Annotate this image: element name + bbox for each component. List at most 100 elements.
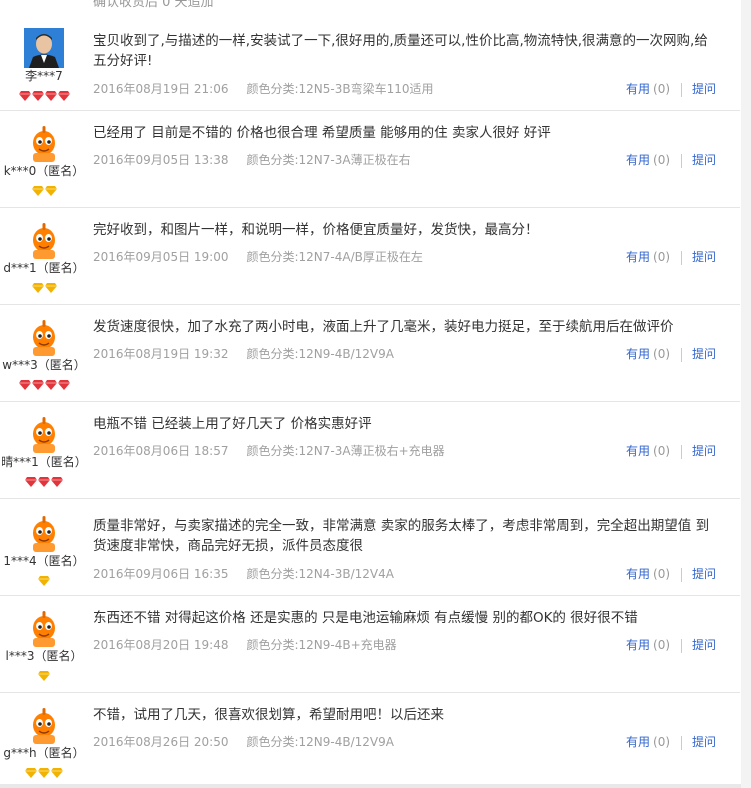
review-actions: 有用 (0) 提问 [626, 733, 716, 750]
sku-prefix: 颜色分类: [246, 638, 299, 652]
sku-value: 12N7-3A薄正极右+充电器 [298, 444, 445, 458]
credit-badges [0, 571, 88, 586]
reviewer-info: 李***7 [0, 28, 88, 101]
sku-value: 12N4-3B/12V4A [298, 567, 394, 581]
reviewer-info: g***h（匿名） [0, 705, 88, 778]
review-text: 东西还不错 对得起这价格 还是实惠的 只是电池运输麻烦 有点缓慢 别的都OK的 … [93, 610, 638, 626]
ask-question-button[interactable]: 提问 [692, 153, 716, 167]
ask-question-button[interactable]: 提问 [692, 735, 716, 749]
credit-badges [0, 278, 88, 293]
ask-question-button[interactable]: 提问 [692, 638, 716, 652]
user-avatar[interactable] [24, 28, 64, 68]
user-avatar[interactable] [24, 705, 64, 745]
reviewer-info: d***1（匿名） [0, 220, 88, 293]
yellow-diamond-badge-icon [38, 666, 50, 681]
reviewer-name: 1***4（匿名） [3, 554, 85, 568]
review-text: 宝贝收到了,与描述的一样,安装试了一下,很好用的,质量还可以,性价比高,物流特快… [93, 33, 708, 69]
credit-badges [0, 375, 88, 390]
horizontal-scrollbar[interactable] [0, 784, 741, 788]
sku-label: 颜色分类:12N9-4B/12V9A [246, 735, 394, 749]
reviewer-name: l***3（匿名） [5, 649, 83, 663]
review-meta: 2016年08月06日 18:57 颜色分类:12N7-3A薄正极右+充电器 [93, 442, 445, 459]
action-divider [681, 82, 683, 97]
review-actions: 有用 (0) 提问 [626, 565, 716, 582]
review-date: 2016年08月20日 19:48 [93, 638, 229, 652]
ask-question-button[interactable]: 提问 [692, 250, 716, 264]
ask-question-button[interactable]: 提问 [692, 567, 716, 581]
sku-value: 12N7-4A/B厚正极在左 [298, 250, 423, 264]
reviewer-info: 晴***1（匿名） [0, 414, 88, 487]
review-date: 2016年09月06日 16:35 [93, 567, 229, 581]
red-heart-badge-icon [25, 472, 37, 487]
user-avatar[interactable] [24, 414, 64, 454]
review-item: d***1（匿名） 完好收到，和图片一样，和说明一样，价格便宜质量好，发货快，最高… [0, 208, 740, 305]
red-heart-badge-icon [31, 86, 44, 101]
reviewer-name: g***h（匿名） [3, 746, 85, 760]
review-actions: 有用 (0) 提问 [626, 345, 716, 362]
yellow-diamond-badge-icon [38, 571, 50, 586]
yellow-diamond-badge-icon [31, 278, 44, 293]
action-divider [681, 567, 683, 582]
sku-label: 颜色分类:12N4-3B/12V4A [246, 567, 394, 581]
sku-value: 12N9-4B/12V9A [298, 735, 394, 749]
reviewer-name: d***1（匿名） [3, 261, 85, 275]
useful-button[interactable]: 有用 [626, 444, 650, 458]
sku-label: 颜色分类:12N9-4B+充电器 [246, 638, 396, 652]
review-text: 发货速度很快，加了水充了两小时电，液面上升了几毫米，装好电力挺足，至于续航用后在… [93, 319, 674, 335]
vertical-scrollbar[interactable] [741, 0, 751, 788]
useful-button[interactable]: 有用 [626, 250, 650, 264]
review-text: 质量非常好，与卖家描述的完全一致，非常满意 卖家的服务太棒了，考虑非常周到，完全… [93, 518, 710, 554]
review-meta: 2016年08月19日 19:32 颜色分类:12N9-4B/12V9A [93, 345, 394, 362]
reviewer-info: 1***4（匿名） [0, 513, 88, 586]
review-meta: 2016年09月05日 19:00 颜色分类:12N7-4A/B厚正极在左 [93, 248, 423, 265]
review-item: 1***4（匿名） 质量非常好，与卖家描述的完全一致，非常满意 卖家的服务太棒了，… [0, 499, 740, 596]
ask-question-button[interactable]: 提问 [692, 444, 716, 458]
ask-question-button[interactable]: 提问 [692, 347, 716, 361]
useful-button[interactable]: 有用 [626, 347, 650, 361]
review-meta: 2016年08月19日 21:06 颜色分类:12N5-3B弯梁车110适用 [93, 80, 434, 97]
red-heart-badge-icon [44, 375, 57, 390]
red-heart-badge-icon [44, 86, 57, 101]
sku-prefix: 颜色分类: [246, 250, 299, 264]
useful-count: (0) [653, 250, 671, 264]
append-review-note-text: 确认收货后 0 天追加 [93, 0, 214, 9]
red-heart-badge-icon [51, 472, 63, 487]
user-avatar[interactable] [24, 123, 64, 163]
red-heart-badge-icon [31, 375, 44, 390]
sku-prefix: 颜色分类: [246, 347, 299, 361]
useful-count: (0) [653, 638, 671, 652]
review-actions: 有用 (0) 提问 [626, 248, 716, 265]
review-item: k***0（匿名） 已经用了 目前是不错的 价格也很合理 希望质量 能够用的住 卖… [0, 111, 740, 208]
review-meta: 2016年09月05日 13:38 颜色分类:12N7-3A薄正极在右 [93, 151, 411, 168]
useful-count: (0) [653, 567, 671, 581]
sku-label: 颜色分类:12N7-3A薄正极右+充电器 [246, 444, 444, 458]
useful-button[interactable]: 有用 [626, 82, 650, 96]
reviewer-info: k***0（匿名） [0, 123, 88, 196]
ask-question-button[interactable]: 提问 [692, 82, 716, 96]
red-heart-badge-icon [57, 86, 70, 101]
yellow-diamond-badge-icon [51, 763, 63, 778]
useful-button[interactable]: 有用 [626, 567, 650, 581]
user-avatar[interactable] [24, 317, 64, 357]
sku-prefix: 颜色分类: [246, 153, 299, 167]
user-avatar[interactable] [24, 220, 64, 260]
review-date: 2016年08月19日 19:32 [93, 347, 229, 361]
user-avatar[interactable] [24, 608, 64, 648]
credit-badges [0, 181, 88, 196]
review-date: 2016年08月19日 21:06 [93, 82, 229, 96]
review-item: g***h（匿名） 不错，试用了几天，很喜欢很划算，希望耐用吧！以后还来 2016年… [0, 693, 740, 787]
reviewer-name: k***0（匿名） [3, 164, 85, 178]
review-text: 电瓶不错 已经装上用了好几天了 价格实惠好评 [93, 416, 372, 432]
useful-button[interactable]: 有用 [626, 638, 650, 652]
sku-value: 12N9-4B/12V9A [298, 347, 394, 361]
sku-label: 颜色分类:12N7-3A薄正极在右 [246, 153, 410, 167]
useful-button[interactable]: 有用 [626, 735, 650, 749]
red-heart-badge-icon [18, 86, 31, 101]
useful-button[interactable]: 有用 [626, 153, 650, 167]
user-avatar[interactable] [24, 513, 64, 553]
review-item: w***3（匿名） 发货速度很快，加了水充了两小时电，液面上升了几毫米，装好电力挺… [0, 305, 740, 402]
reviewer-info: w***3（匿名） [0, 317, 88, 390]
yellow-diamond-badge-icon [44, 278, 57, 293]
red-heart-badge-icon [57, 375, 70, 390]
sku-prefix: 颜色分类: [246, 567, 299, 581]
